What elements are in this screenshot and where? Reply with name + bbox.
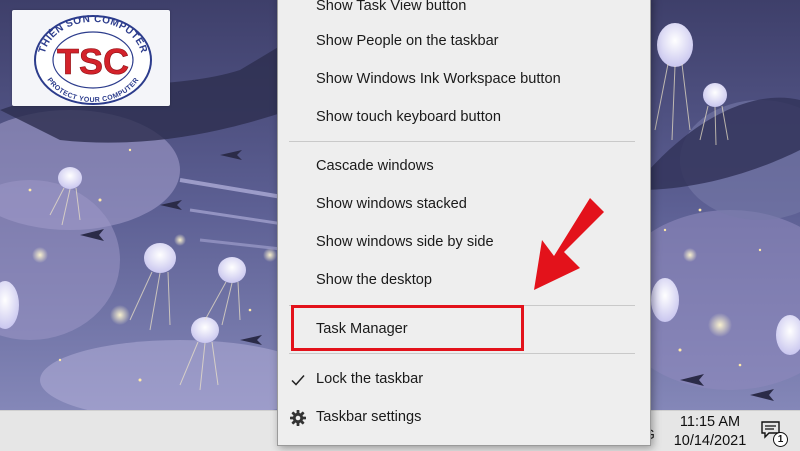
clock-date: 10/14/2021 (673, 433, 747, 449)
menu-item-label: Show windows stacked (316, 196, 467, 212)
menu-item-label: Show windows side by side (316, 234, 494, 250)
menu-item-label: Cascade windows (316, 158, 434, 174)
menu-item-label: Show the desktop (316, 272, 433, 288)
action-center-button[interactable]: 1 (760, 420, 788, 447)
menu-separator (289, 141, 635, 142)
menu-item-label: Show Task View button (316, 0, 467, 14)
menu-item-label: Show Windows Ink Workspace button (316, 71, 561, 87)
menu-item-show-task-view[interactable]: Show Task View button (278, 0, 650, 24)
gear-icon (290, 410, 306, 426)
menu-item-label: Show touch keyboard button (316, 109, 501, 125)
menu-item-label: Lock the taskbar (316, 371, 424, 387)
menu-item-show-touch-keyboard[interactable]: Show touch keyboard button (278, 101, 650, 135)
task-manager-highlight-box (291, 305, 524, 351)
menu-separator (289, 353, 635, 354)
taskbar-clock[interactable]: 11:15 AM 10/14/2021 (668, 413, 752, 451)
menu-item-taskbar-settings[interactable]: Taskbar settings (278, 401, 650, 435)
notification-count-badge: 1 (773, 432, 788, 447)
tsc-logo: THIÊN SƠN COMPUTER PROTECT YOUR COMPUTER… (12, 10, 170, 106)
svg-text:TSC: TSC (57, 41, 129, 82)
menu-item-label: Taskbar settings (316, 409, 422, 425)
menu-item-show-ink-workspace[interactable]: Show Windows Ink Workspace button (278, 63, 650, 97)
red-arrow-icon (534, 198, 604, 290)
menu-item-show-people[interactable]: Show People on the taskbar (278, 25, 650, 59)
menu-item-label: Show People on the taskbar (316, 33, 499, 49)
clock-time: 11:15 AM (679, 414, 741, 430)
menu-item-lock-taskbar[interactable]: Lock the taskbar (278, 363, 650, 397)
checkmark-icon (291, 375, 305, 386)
menu-item-cascade-windows[interactable]: Cascade windows (278, 150, 650, 184)
